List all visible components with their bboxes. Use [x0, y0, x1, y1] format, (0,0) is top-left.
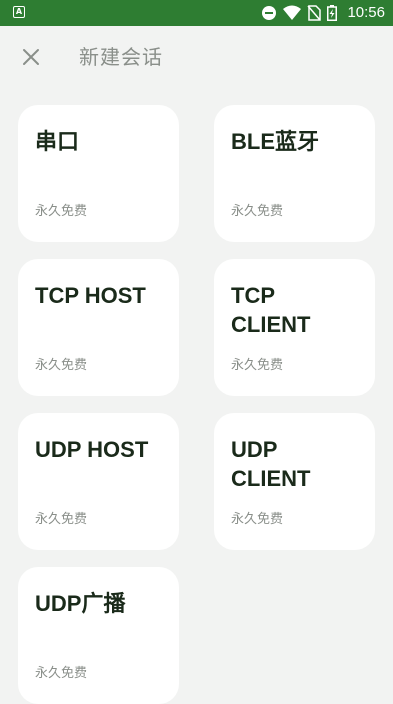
app-header: 新建会话 [0, 26, 393, 88]
session-card-tcp-host[interactable]: TCP HOST 永久免费 [18, 259, 179, 396]
card-title: TCP CLIENT [231, 283, 311, 337]
session-card-udp-client[interactable]: UDP CLIENT 永久免费 [214, 413, 375, 550]
page-title: 新建会话 [79, 45, 163, 69]
wifi-icon [283, 5, 301, 20]
do-not-disturb-icon [262, 6, 276, 20]
card-subtitle: 永久免费 [231, 358, 284, 373]
battery-charging-icon [327, 5, 337, 21]
card-title: UDP广播 [35, 591, 126, 616]
card-subtitle: 永久免费 [35, 666, 88, 681]
close-icon [23, 49, 39, 65]
card-subtitle: 永久免费 [231, 204, 284, 219]
status-icons [261, 5, 337, 21]
card-title: BLE蓝牙 [231, 129, 320, 154]
card-subtitle: 永久免费 [35, 204, 88, 219]
session-card-tcp-client[interactable]: TCP CLIENT 永久免费 [214, 259, 375, 396]
card-title: UDP HOST [35, 437, 149, 462]
status-bar: A 10:56 [0, 0, 393, 26]
card-title: TCP HOST [35, 283, 146, 308]
session-card-serial[interactable]: 串口 永久免费 [18, 105, 179, 242]
card-title: 串口 [35, 129, 80, 154]
session-card-udp-host[interactable]: UDP HOST 永久免费 [18, 413, 179, 550]
app-notification-icon: A [13, 6, 25, 18]
session-card-ble[interactable]: BLE蓝牙 永久免费 [214, 105, 375, 242]
card-subtitle: 永久免费 [35, 512, 88, 527]
status-time: 10:56 [347, 4, 385, 21]
card-subtitle: 永久免费 [231, 512, 284, 527]
no-sim-icon [307, 5, 321, 21]
card-title: UDP CLIENT [231, 437, 311, 491]
session-card-udp-broadcast[interactable]: UDP广播 永久免费 [18, 567, 179, 704]
card-subtitle: 永久免费 [35, 358, 88, 373]
close-button[interactable] [16, 42, 46, 72]
